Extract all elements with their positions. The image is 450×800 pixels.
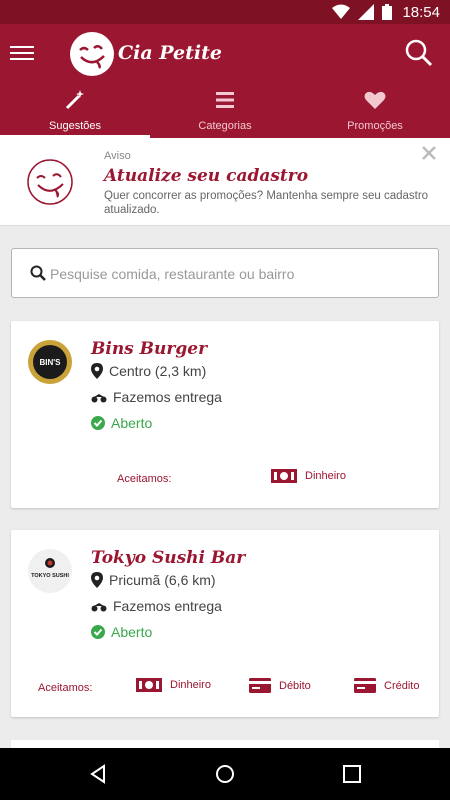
payment-debit: Débito — [249, 678, 311, 693]
restaurant-location: Centro (2,3 km) — [91, 363, 206, 379]
card-icon — [354, 678, 376, 693]
restaurant-location: Pricumã (6,6 km) — [91, 572, 216, 588]
app-logo — [70, 32, 114, 76]
restaurant-name: Bins Burger — [91, 339, 208, 359]
status-text: Aberto — [111, 415, 153, 431]
accepts-label: Aceitamos: — [117, 473, 172, 485]
battery-icon — [382, 4, 392, 20]
restaurant-status: Aberto — [91, 624, 152, 640]
restaurant-delivery: Fazemos entrega — [91, 598, 222, 614]
check-circle-icon — [91, 625, 105, 639]
tab-promocoes[interactable]: Promoções — [300, 82, 450, 138]
restaurant-card-bins-burger[interactable]: BIN'S Bins Burger Centro (2,3 km) Fazemo… — [11, 321, 439, 508]
tab-label: Promoções — [347, 120, 403, 132]
accepts-label: Aceitamos: — [38, 682, 93, 694]
signal-icon — [358, 4, 374, 20]
tab-label: Categorias — [198, 120, 252, 132]
motorcycle-icon — [91, 603, 107, 612]
payment-label: Crédito — [384, 679, 420, 692]
recents-icon[interactable] — [342, 764, 362, 784]
logo-text: BIN'S — [39, 358, 61, 367]
payment-credit: Crédito — [354, 678, 419, 693]
card-icon — [249, 678, 271, 693]
notice-title: Atualize seu cadastro — [104, 166, 309, 186]
payment-label: Dinheiro — [170, 679, 211, 691]
back-icon[interactable] — [88, 764, 108, 784]
list-icon — [216, 92, 234, 108]
payment-cash: Dinheiro — [271, 469, 346, 483]
system-nav-bar — [0, 748, 450, 800]
cash-icon — [136, 678, 162, 692]
search-icon — [30, 265, 46, 281]
tab-categorias[interactable]: Categorias — [150, 82, 300, 138]
tab-bar: Sugestões Categorias Promoções — [0, 82, 450, 138]
restaurant-logo: BIN'S — [28, 340, 72, 384]
location-text: Centro (2,3 km) — [109, 363, 207, 379]
search-button[interactable] — [404, 38, 434, 68]
status-time: 18:54 — [402, 4, 440, 21]
restaurant-delivery: Fazemos entrega — [91, 389, 222, 405]
logo-text: TOKYO SUSHI — [31, 573, 69, 579]
restaurant-card-tokyo-sushi-bar[interactable]: TOKYO SUSHI Tokyo Sushi Bar Pricumã (6,6… — [11, 530, 439, 717]
tab-label: Sugestões — [49, 120, 101, 132]
status-text: Aberto — [111, 624, 153, 640]
search-field[interactable] — [11, 248, 439, 298]
cash-icon — [271, 469, 297, 483]
heart-icon — [364, 91, 386, 109]
restaurant-logo: TOKYO SUSHI — [28, 549, 72, 593]
smiley-logo-icon — [27, 159, 73, 205]
location-text: Pricumã (6,6 km) — [109, 572, 216, 588]
smiley-logo-icon — [79, 45, 105, 69]
tab-sugestoes[interactable]: Sugestões — [0, 82, 150, 138]
check-circle-icon — [91, 416, 105, 430]
wifi-icon — [332, 4, 350, 19]
restaurant-name: Tokyo Sushi Bar — [91, 548, 246, 568]
home-icon[interactable] — [215, 764, 235, 784]
delivery-text: Fazemos entrega — [113, 389, 222, 405]
update-notice-card[interactable]: Aviso Atualize seu cadastro Quer concorr… — [0, 138, 450, 226]
status-bar: 18:54 — [0, 0, 450, 24]
notice-body: Quer concorrer as promoções? Mantenha se… — [104, 190, 429, 216]
motorcycle-icon — [91, 394, 107, 403]
magic-wand-icon — [65, 90, 84, 110]
location-pin-icon — [91, 363, 103, 379]
restaurant-status: Aberto — [91, 415, 152, 431]
search-icon — [405, 39, 433, 67]
menu-button[interactable] — [10, 42, 34, 66]
app-title: Cia Petite — [118, 42, 222, 64]
search-input[interactable] — [50, 261, 430, 287]
close-icon[interactable] — [420, 144, 438, 162]
payment-cash: Dinheiro — [136, 678, 211, 692]
app-bar: Cia Petite Sugestões Categorias Promoçõe… — [0, 24, 450, 138]
payment-label: Débito — [279, 679, 311, 692]
delivery-text: Fazemos entrega — [113, 598, 222, 614]
payment-label: Dinheiro — [305, 470, 346, 482]
location-pin-icon — [91, 572, 103, 588]
notice-eyebrow: Aviso — [104, 150, 131, 162]
